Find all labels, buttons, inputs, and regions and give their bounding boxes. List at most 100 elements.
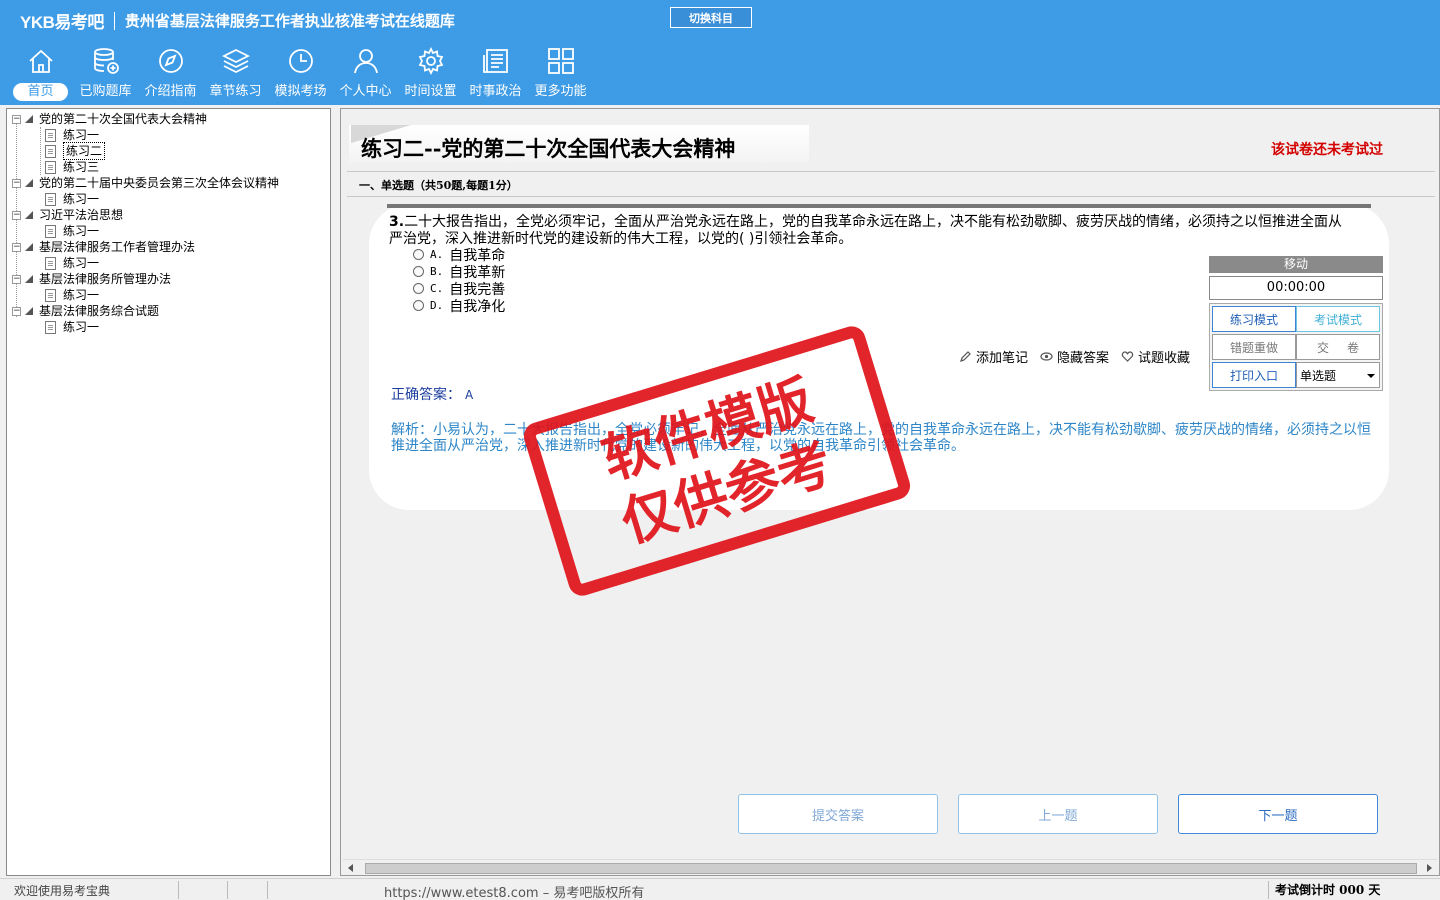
app-logo: YKB易考吧: [20, 13, 104, 32]
exam-countdown: 考试倒计时 000 天: [1268, 881, 1380, 899]
folder-icon: [25, 275, 33, 283]
nav-purchased-banks[interactable]: 已购题库: [73, 46, 138, 102]
tree-leaf-label: 练习一: [63, 320, 100, 334]
option-d[interactable]: D. 自我净化: [413, 297, 505, 315]
tree-node[interactable]: − 习近平法治思想: [12, 207, 123, 223]
question-type-select[interactable]: 单选题: [1296, 362, 1380, 388]
tree-leaf[interactable]: 练习一: [45, 319, 99, 335]
option-b[interactable]: B. 自我革新: [413, 263, 505, 281]
tree-node[interactable]: − 党的第二十届中央委员会第三次全体会议精神: [12, 175, 279, 191]
tree-leaf[interactable]: 练习一: [45, 127, 99, 143]
practice-mode-button[interactable]: 练习模式: [1212, 306, 1296, 332]
nav-current-affairs[interactable]: 时事政治: [463, 46, 528, 102]
nav-chapter-practice[interactable]: 章节练习: [203, 46, 268, 102]
collapse-toggle-icon[interactable]: −: [12, 274, 21, 284]
tree-node-label: 党的第二十届中央委员会第三次全体会议精神: [39, 176, 280, 190]
main-nav: 首页 已购题库 介绍指南 章节练习 模拟考场 个人中心 时间设置 时事政治 更多…: [8, 46, 593, 102]
favorite-label: 试题收藏: [1138, 351, 1191, 366]
tree-leaf[interactable]: 练习三: [45, 159, 99, 175]
nav-label: 模拟考场: [274, 84, 327, 99]
switch-subject-button[interactable]: 切换科目: [670, 7, 752, 28]
layers-icon: [221, 46, 251, 76]
collapse-toggle-icon[interactable]: −: [12, 210, 21, 220]
nav-label: 更多功能: [534, 84, 587, 99]
tree-leaf-label: 练习一: [63, 128, 100, 142]
section-header: 一、单选题（共50题,每题1分）: [347, 171, 1435, 197]
nav-mock-exam[interactable]: 模拟考场: [268, 46, 333, 102]
chevron-down-icon: [1367, 374, 1375, 378]
tree-node[interactable]: − 基层法律服务综合试题: [12, 303, 159, 319]
nav-label: 个人中心: [339, 84, 392, 99]
compass-icon: [156, 46, 186, 76]
tree-node[interactable]: − 基层法律服务所管理办法: [12, 271, 171, 287]
newspaper-icon: [481, 46, 511, 76]
option-a[interactable]: A. 自我革命: [413, 246, 505, 264]
radio-button[interactable]: [413, 266, 424, 277]
collapse-toggle-icon[interactable]: −: [12, 242, 21, 252]
tree-leaf[interactable]: 练习一: [45, 287, 99, 303]
tree-node-label: 党的第二十次全国代表大会精神: [39, 112, 208, 126]
nav-more-functions[interactable]: 更多功能: [528, 46, 593, 102]
card-top-border: [387, 204, 1371, 208]
question-number: 3.: [389, 214, 405, 230]
nav-label: 时事政治: [469, 84, 522, 99]
add-note-button[interactable]: 添加笔记: [959, 347, 1028, 366]
scroll-left-icon[interactable]: [348, 864, 353, 872]
tree-leaf-selected[interactable]: 练习二: [45, 142, 106, 160]
nav-label: 介绍指南: [144, 84, 197, 99]
collapse-toggle-icon[interactable]: −: [12, 306, 21, 316]
document-icon: [45, 288, 56, 302]
radio-button[interactable]: [413, 249, 424, 260]
hide-answer-label: 隐藏答案: [1057, 351, 1110, 366]
document-icon: [45, 256, 56, 270]
answer-value: A: [465, 388, 474, 402]
folder-icon: [25, 179, 33, 187]
tree-node-label: 基层法律服务综合试题: [39, 304, 160, 318]
nav-time-settings[interactable]: 时间设置: [398, 46, 463, 102]
scroll-right-icon[interactable]: [1427, 864, 1432, 872]
document-icon: [45, 224, 56, 238]
option-list: A. 自我革命 B. 自我革新 C. 自我完善 D. 自我净化: [413, 246, 505, 315]
tree-node[interactable]: − 党的第二十次全国代表大会精神: [12, 111, 207, 127]
submit-answer-button[interactable]: 提交答案: [738, 794, 938, 834]
question-type-value: 单选题: [1300, 368, 1337, 383]
collapse-toggle-icon[interactable]: −: [12, 114, 21, 124]
scroll-thumb[interactable]: [365, 863, 1417, 874]
hide-answer-button[interactable]: 隐藏答案: [1040, 347, 1109, 366]
database-icon: [91, 46, 121, 76]
panel-move-handle[interactable]: 移动: [1209, 256, 1383, 273]
option-c[interactable]: C. 自我完善: [413, 280, 505, 298]
exam-mode-button[interactable]: 考试模式: [1296, 306, 1380, 332]
collapse-toggle-icon[interactable]: −: [12, 178, 21, 188]
option-key: C.: [430, 282, 444, 295]
submit-paper-button[interactable]: 交卷: [1296, 334, 1380, 360]
favorite-button[interactable]: 试题收藏: [1121, 347, 1190, 366]
redo-wrong-button[interactable]: 错题重做: [1212, 334, 1296, 360]
folder-icon: [25, 115, 33, 123]
prev-question-button[interactable]: 上一题: [958, 794, 1158, 834]
document-icon: [45, 128, 56, 142]
app-title: 贵州省基层法律服务工作者执业核准考试在线题库: [124, 12, 455, 30]
nav-guide[interactable]: 介绍指南: [138, 46, 203, 102]
tree-leaf[interactable]: 练习一: [45, 223, 99, 239]
next-question-button[interactable]: 下一题: [1178, 794, 1378, 834]
nav-personal-center[interactable]: 个人中心: [333, 46, 398, 102]
pencil-icon: [960, 351, 971, 362]
tree-leaf-label: 练习一: [63, 224, 100, 238]
status-dividers: [178, 881, 268, 899]
tree-node-label: 基层法律服务所管理办法: [39, 272, 172, 286]
tree-node[interactable]: − 基层法律服务工作者管理办法: [12, 239, 195, 255]
nav-home[interactable]: 首页: [8, 46, 73, 102]
tree-leaf[interactable]: 练习一: [45, 255, 99, 271]
print-entry-button[interactable]: 打印入口: [1212, 362, 1296, 388]
radio-button[interactable]: [413, 300, 424, 311]
horizontal-scrollbar[interactable]: [343, 859, 1437, 875]
welcome-text: 欢迎使用易考宝典: [14, 884, 111, 898]
document-icon: [45, 160, 56, 174]
correct-answer: 正确答案： A: [391, 384, 473, 404]
heart-icon: [1121, 351, 1134, 362]
tree-leaf[interactable]: 练习一: [45, 191, 99, 207]
question-text: 3.二十大报告指出，全党必须牢记，全面从严治党永远在路上，党的自我革命永远在路上…: [389, 214, 1349, 248]
timer-display: 00:00:00: [1209, 276, 1383, 300]
radio-button[interactable]: [413, 283, 424, 294]
